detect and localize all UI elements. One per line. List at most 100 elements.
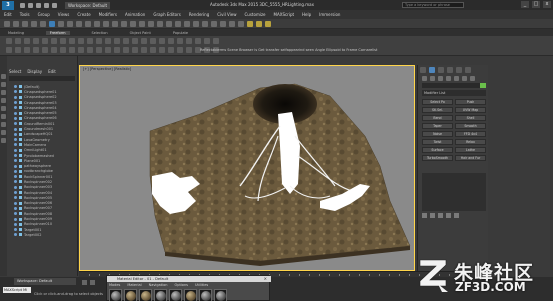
filter-shapes-icon[interactable]: [1, 82, 6, 87]
modifier-button[interactable]: Smooth: [455, 123, 486, 129]
mat-menu-modes[interactable]: Modes: [109, 283, 120, 287]
visibility-icon[interactable]: [14, 132, 17, 136]
ribbon-tool-icon[interactable]: [105, 47, 111, 53]
ribbon-tool-icon[interactable]: [177, 47, 183, 53]
undo-icon[interactable]: [4, 20, 10, 27]
explorer-search-field[interactable]: [9, 76, 75, 81]
visibility-icon[interactable]: [14, 191, 17, 195]
shapes-icon[interactable]: [430, 76, 435, 81]
menu-item-modifiers[interactable]: Modifiers: [99, 12, 117, 17]
ribbon-tool-icon[interactable]: [69, 38, 75, 44]
material-slot[interactable]: [214, 289, 227, 301]
ribbon-tool-icon[interactable]: [51, 47, 57, 53]
filter-spacewarps-icon[interactable]: [1, 114, 6, 119]
menu-item-group[interactable]: Group: [38, 12, 50, 17]
ribbon-tool-icon[interactable]: [96, 38, 102, 44]
object-color-swatch[interactable]: [480, 83, 486, 88]
filter-groups-icon[interactable]: [1, 122, 6, 127]
material-slot[interactable]: [169, 289, 182, 301]
visibility-icon[interactable]: [14, 164, 17, 168]
modifier-button[interactable]: Taper: [422, 123, 453, 129]
perspective-viewport[interactable]: [+] [Perspective] [Realistic]: [79, 65, 415, 271]
app-logo-icon[interactable]: 3: [2, 0, 14, 10]
systems-icon[interactable]: [470, 76, 475, 81]
ribbon-tool-icon[interactable]: [132, 47, 138, 53]
minimize-button[interactable]: _: [521, 1, 529, 8]
ribbon-tool-icon[interactable]: [24, 38, 30, 44]
visibility-icon[interactable]: [14, 154, 17, 157]
geometry-icon[interactable]: [422, 76, 427, 81]
visibility-icon[interactable]: [14, 233, 17, 237]
menu-item-create[interactable]: Create: [77, 12, 90, 17]
move-icon[interactable]: [85, 20, 91, 27]
visibility-icon[interactable]: [14, 169, 17, 173]
material-editor-icon[interactable]: [238, 20, 244, 27]
mat-menu-options[interactable]: Options: [174, 283, 188, 287]
modifier-button[interactable]: Push: [455, 99, 486, 105]
visibility-icon[interactable]: [14, 85, 17, 89]
ribbon-tool-icon[interactable]: [60, 38, 66, 44]
workspace-tab[interactable]: Workspace: Default: [14, 278, 76, 285]
ribbon-tool-icon[interactable]: [42, 38, 48, 44]
modifier-button[interactable]: Surface: [422, 147, 453, 153]
modifier-button[interactable]: UVW Map: [455, 107, 486, 113]
material-slot[interactable]: [124, 289, 137, 301]
material-slot[interactable]: [199, 289, 212, 301]
modifier-button[interactable]: Twist: [422, 139, 453, 145]
ribbon-tool-icon[interactable]: [150, 38, 156, 44]
ribbon-tool-icon[interactable]: [168, 38, 174, 44]
show-end-result-icon[interactable]: [430, 213, 435, 218]
isolate-icon[interactable]: [90, 280, 95, 285]
maximize-button[interactable]: □: [532, 1, 540, 8]
ribbon-tool-icon[interactable]: [141, 47, 147, 53]
visibility-icon[interactable]: [14, 95, 17, 99]
visibility-icon[interactable]: [14, 180, 17, 184]
percent-snap-icon[interactable]: [157, 20, 163, 27]
ribbon-tool-icon[interactable]: [15, 47, 21, 53]
configure-sets-icon[interactable]: [454, 213, 459, 218]
modifier-button[interactable]: Select Po: [422, 99, 453, 105]
modifier-button[interactable]: FFD 4x4: [455, 131, 486, 137]
motion-tab-icon[interactable]: [447, 67, 453, 73]
pivot-center-icon[interactable]: [121, 20, 127, 27]
material-slot[interactable]: [109, 289, 122, 301]
visibility-icon[interactable]: [14, 106, 17, 110]
explorer-menu-select[interactable]: Select: [9, 69, 21, 74]
filter-bones-icon[interactable]: [1, 138, 6, 143]
graphite-toggle-icon[interactable]: [211, 20, 217, 27]
ribbon-tool-icon[interactable]: [114, 47, 120, 53]
utilities-tab-icon[interactable]: [465, 67, 471, 73]
ribbon-tool-icon[interactable]: [87, 47, 93, 53]
select-by-name-icon[interactable]: [58, 20, 64, 27]
ribbon-tool-icon[interactable]: [114, 38, 120, 44]
mat-menu-material[interactable]: Material: [127, 283, 141, 287]
material-slot[interactable]: [184, 289, 197, 301]
filter-lights-icon[interactable]: [1, 90, 6, 95]
align-icon[interactable]: [193, 20, 199, 27]
ribbon-tool-icon[interactable]: [159, 47, 165, 53]
modifier-button[interactable]: Bend: [422, 115, 453, 121]
visibility-icon[interactable]: [14, 201, 17, 205]
ribbon-tool-icon[interactable]: [6, 38, 12, 44]
menu-item-tools[interactable]: Tools: [20, 12, 30, 17]
spinner-snap-icon[interactable]: [166, 20, 172, 27]
new-file-icon[interactable]: [20, 2, 25, 8]
save-file-icon[interactable]: [36, 2, 41, 8]
ribbon-tool-icon[interactable]: [33, 47, 39, 53]
ribbon-tool-icon[interactable]: [15, 38, 21, 44]
ribbon-tool-icon[interactable]: [195, 38, 201, 44]
ribbon-tool-icon[interactable]: [33, 38, 39, 44]
visibility-icon[interactable]: [14, 185, 17, 189]
menu-item-edit[interactable]: Edit: [4, 12, 12, 17]
visibility-icon[interactable]: [14, 143, 17, 147]
visibility-icon[interactable]: [14, 175, 17, 179]
visibility-icon[interactable]: [14, 159, 17, 163]
select-icon[interactable]: [49, 20, 55, 27]
visibility-icon[interactable]: [14, 206, 17, 210]
menu-item-animation[interactable]: Animation: [125, 12, 145, 17]
ribbon-tool-icon[interactable]: [105, 38, 111, 44]
ribbon-tool-icon[interactable]: [87, 38, 93, 44]
tab-object-paint[interactable]: Object Paint: [130, 31, 151, 35]
viewport-label[interactable]: [+] [Perspective] [Realistic]: [83, 67, 131, 71]
render-setup-icon[interactable]: [247, 20, 253, 27]
